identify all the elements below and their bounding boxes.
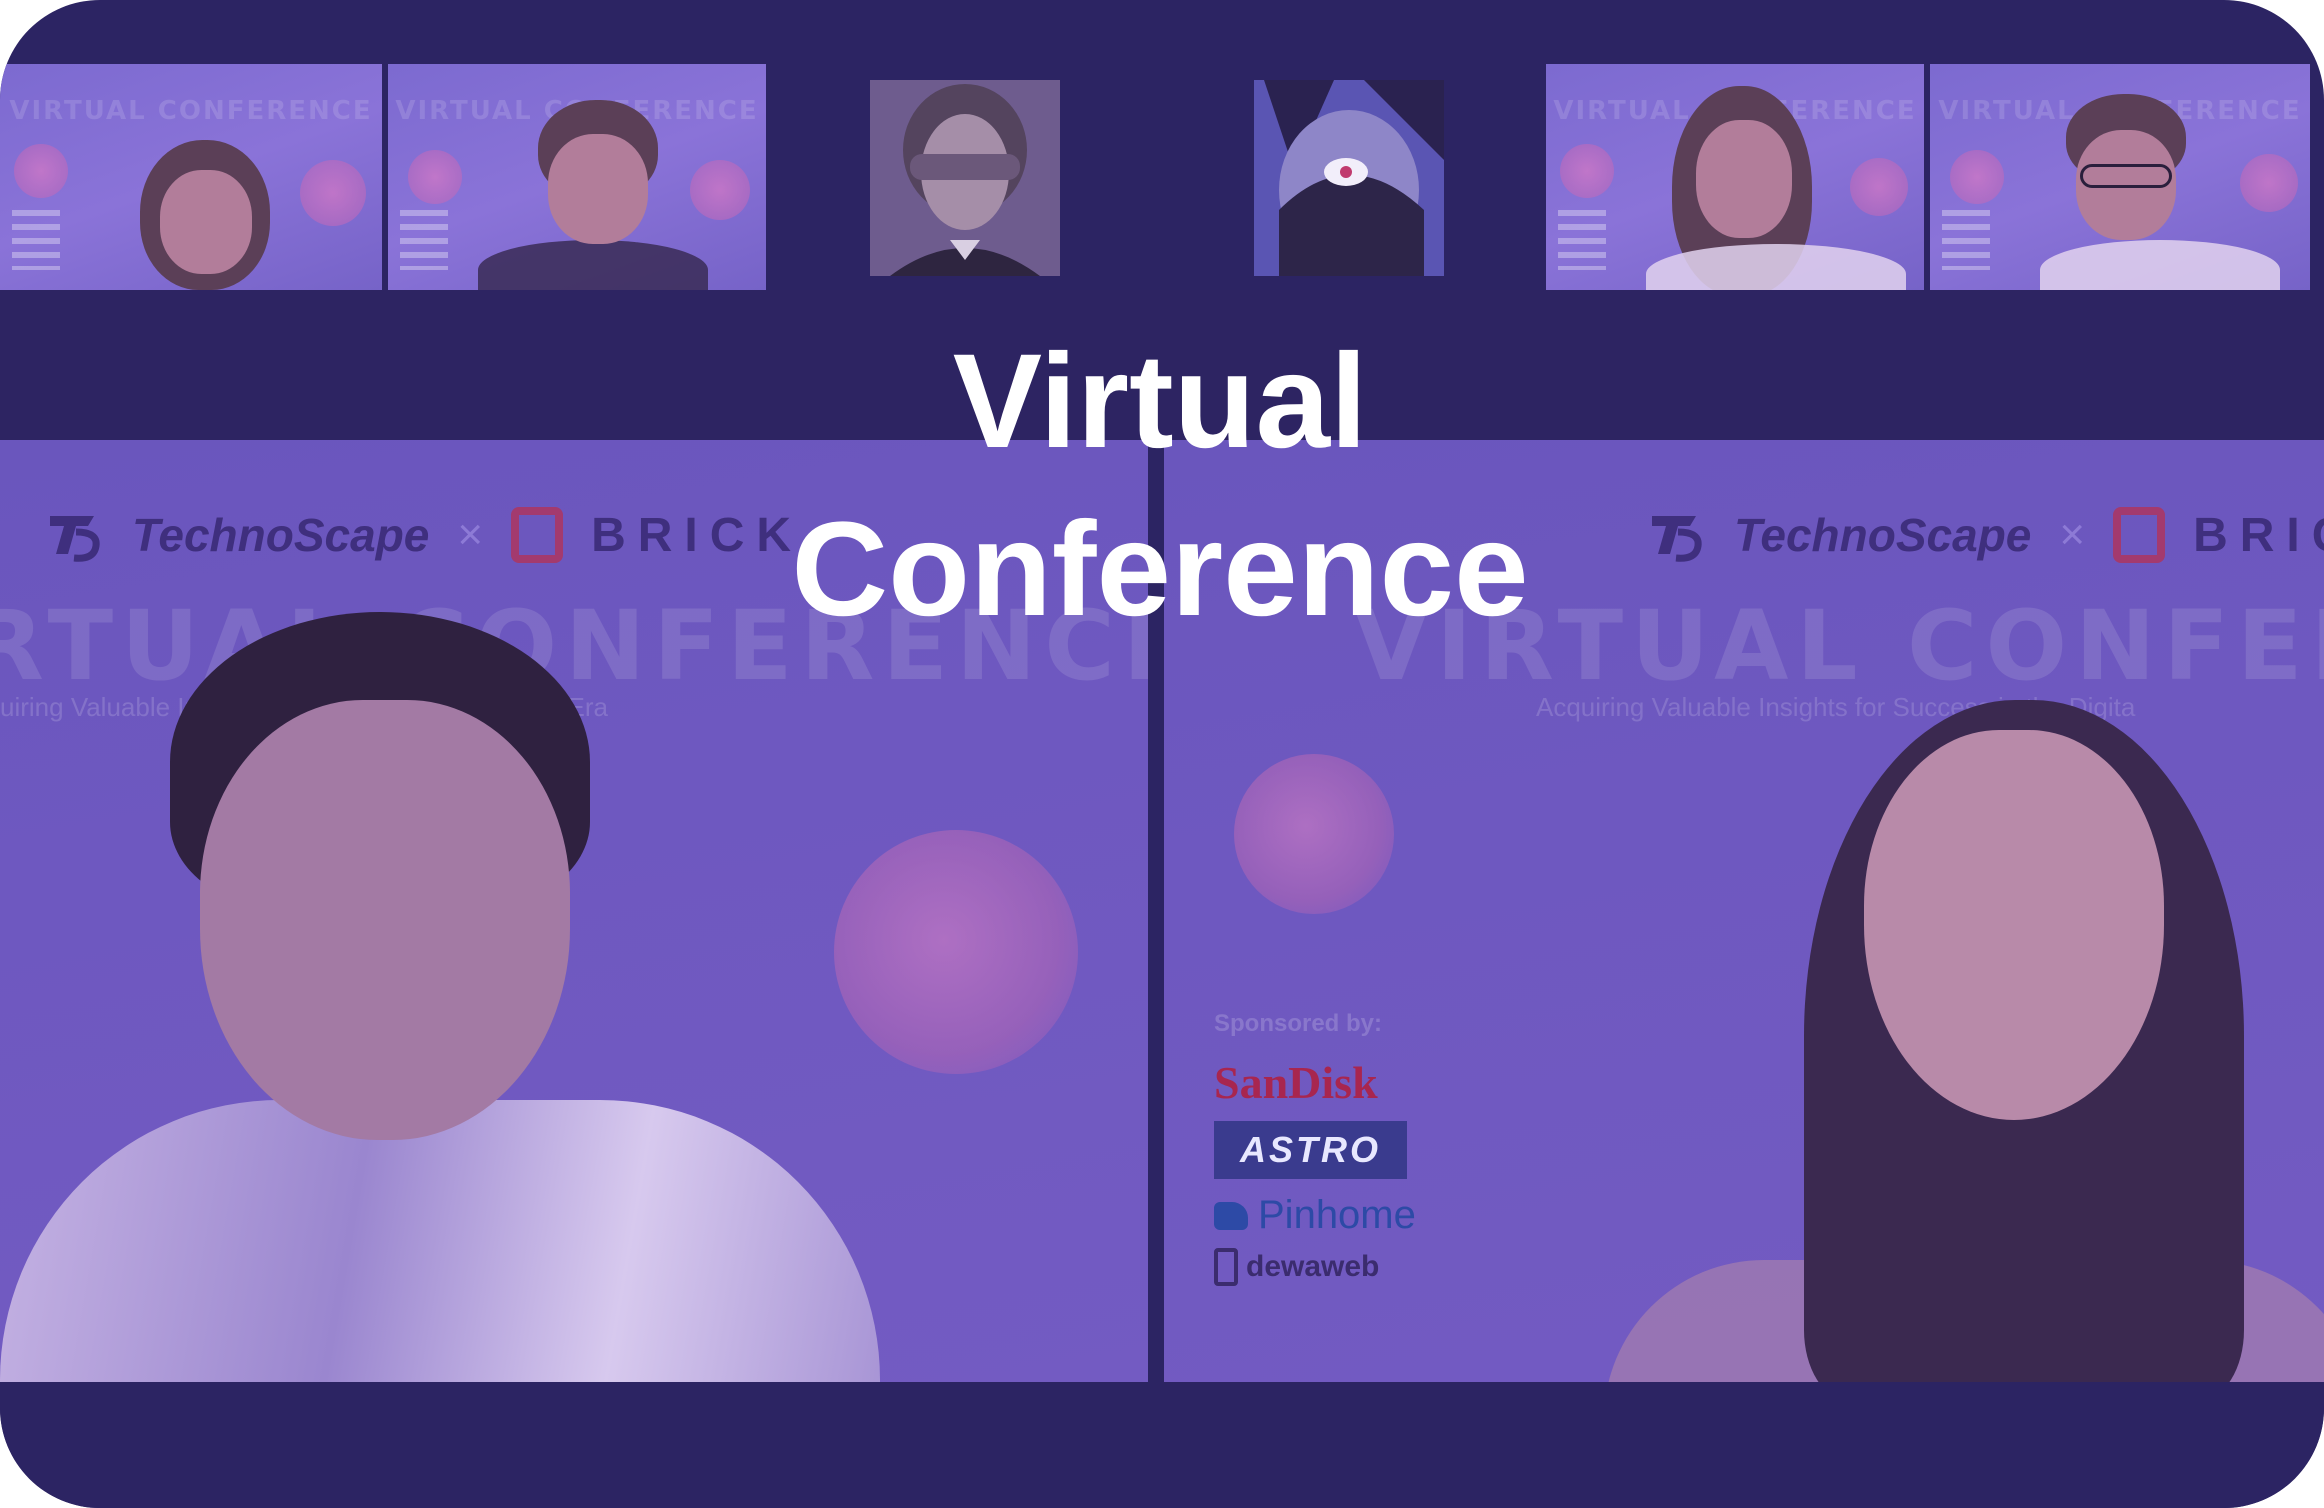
tile-sponsor-list: [1558, 210, 1606, 270]
tile-sponsor-list: [12, 210, 60, 270]
tile-orb: [1850, 158, 1908, 216]
participant-face: [1696, 120, 1792, 238]
logo-separator: ×: [457, 510, 484, 559]
decorative-orb: [1234, 754, 1394, 914]
hero-title-line-1: Virtual: [952, 327, 1368, 476]
hero-title-line-2: Conference: [791, 495, 1529, 644]
tile-orb: [1560, 144, 1614, 198]
tile-orb: [408, 150, 462, 204]
pinhome-logo: Pinhome: [1214, 1193, 1416, 1238]
speaker-face: [1864, 730, 2164, 1120]
participant-strip: VIRTUAL CONFERENCE VIRTUAL CONFERENCE VI…: [0, 64, 2324, 290]
tile-background-title: VIRTUAL CONFERENCE: [9, 96, 373, 126]
technoscape-logo-icon: [50, 516, 100, 562]
brick-logo-text: BRICK: [2193, 508, 2324, 562]
tile-orb: [300, 160, 366, 226]
pinhome-icon: [1214, 1201, 1248, 1230]
event-logo-row: TechnoScape × BRICK: [1648, 506, 2324, 564]
technoscape-logo-text: TechnoScape: [132, 509, 430, 561]
participant-face: [160, 170, 252, 274]
sandisk-logo: SanDisk: [1214, 1057, 1378, 1108]
dewaweb-logo-text: dewaweb: [1246, 1250, 1380, 1283]
glasses-icon: [2080, 164, 2172, 188]
tile-sponsor-list: [400, 210, 448, 270]
portrait-avatar-icon: [870, 80, 1060, 276]
tile-orb: [2240, 154, 2298, 212]
participant-tile-1[interactable]: VIRTUAL CONFERENCE: [0, 64, 382, 290]
dewaweb-icon: [1214, 1248, 1238, 1286]
participant-avatar-tile-3[interactable]: [870, 80, 1060, 276]
tile-sponsor-list: [1942, 210, 1990, 270]
decorative-orb: [834, 830, 1078, 1074]
tile-orb: [690, 160, 750, 220]
astro-logo: ASTRO: [1214, 1121, 1407, 1179]
participant-tile-2[interactable]: VIRTUAL CONFERENCE: [388, 64, 766, 290]
participant-tile-5[interactable]: VIRTUAL CONFERENCE: [1546, 64, 1924, 290]
pinhome-logo-text: Pinhome: [1258, 1193, 1416, 1237]
participant-tile-6[interactable]: VIRTUAL CONFERENCE: [1930, 64, 2310, 290]
participant-avatar-tile-4[interactable]: [1254, 80, 1444, 276]
sponsor-label: Sponsored by:: [1214, 1010, 1383, 1037]
speaker-face: [200, 700, 570, 1140]
technoscape-logo-text: TechnoScape: [1734, 509, 2032, 561]
hero-title: Virtual Conference: [580, 318, 1740, 654]
speaker-shirt: [0, 1100, 880, 1382]
anime-avatar-icon: [1254, 80, 1444, 276]
sponsor-list: Sponsored by: SanDisk ASTRO Pinhome dewa…: [1214, 1010, 1416, 1286]
brick-logo-icon: [2113, 507, 2166, 563]
dewaweb-logo: dewaweb: [1214, 1248, 1416, 1286]
bottom-band: [0, 1382, 2324, 1508]
tile-orb: [14, 144, 68, 198]
participant-body: [478, 240, 708, 290]
tile-orb: [1950, 150, 2004, 204]
participant-body: [2040, 240, 2280, 290]
conference-card: VIRTUAL CONFERENCE VIRTUAL CONFERENCE VI…: [0, 0, 2324, 1508]
logo-separator: ×: [2059, 510, 2086, 559]
brick-logo-icon: [511, 507, 564, 563]
participant-face: [548, 134, 648, 244]
